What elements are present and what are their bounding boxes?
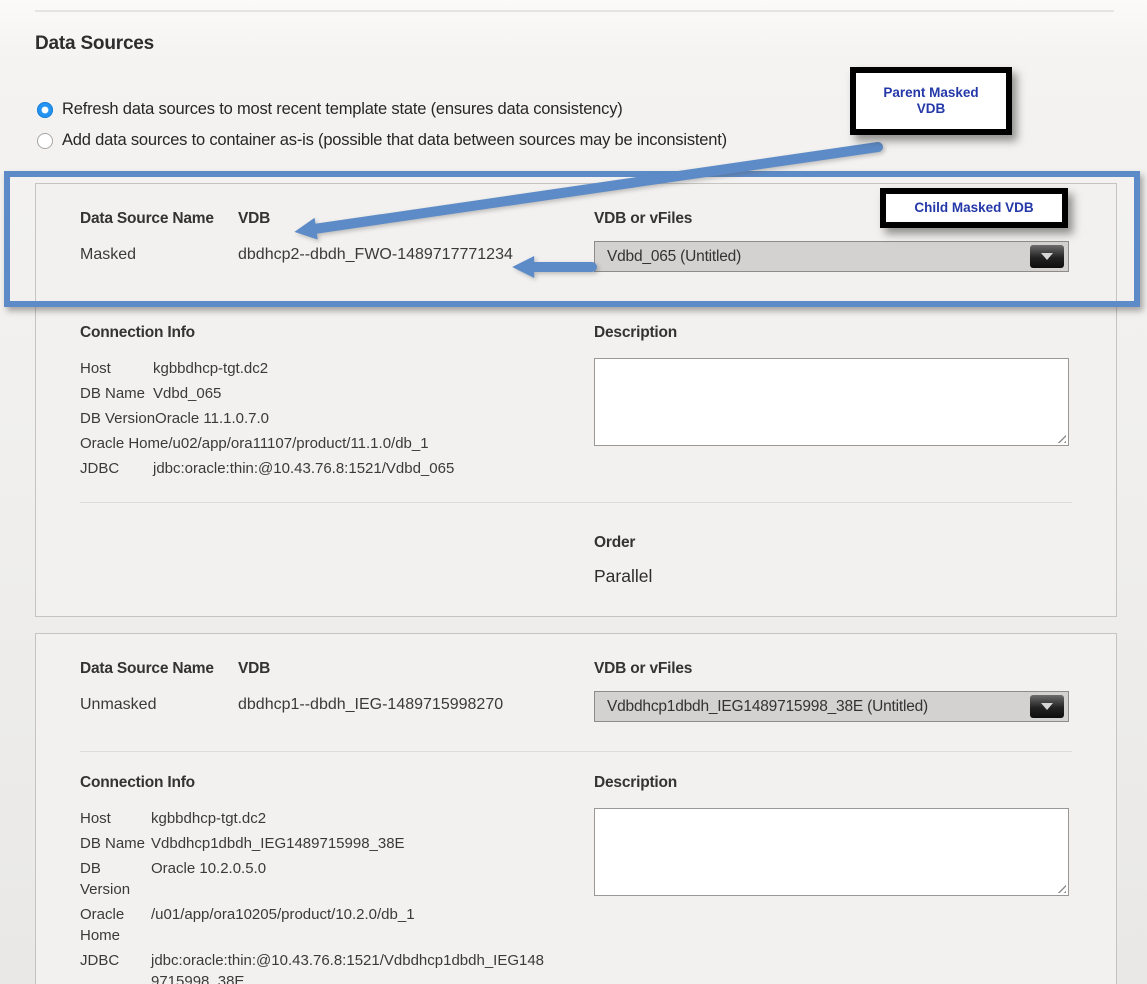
conn-value: Oracle 10.2.0.5.0 bbox=[151, 858, 266, 900]
conn-row-db-name: DB Name Vdbdhcp1dbdh_IEG1489715998_38E bbox=[80, 833, 555, 854]
conn-value: /u02/app/ora11107/product/11.1.0/db_1 bbox=[168, 433, 428, 454]
connection-info-block: Connection Info Host kgbbdhcp-tgt.dc2 DB… bbox=[80, 774, 555, 984]
description-label: Description bbox=[594, 774, 1069, 792]
data-source-name-header: Data Source Name bbox=[80, 660, 214, 678]
conn-value: /u01/app/ora10205/product/10.2.0/db_1 bbox=[151, 904, 415, 946]
order-label: Order bbox=[594, 534, 652, 552]
description-block: Description bbox=[594, 774, 1069, 896]
conn-label: Host bbox=[80, 358, 153, 379]
conn-label: Oracle Home bbox=[80, 904, 151, 946]
conn-label: DB Version bbox=[80, 858, 151, 900]
vdb-header: VDB bbox=[238, 660, 270, 678]
chevron-down-icon bbox=[1041, 253, 1053, 260]
conn-value: Vdbdhcp1dbdh_IEG1489715998_38E bbox=[151, 833, 405, 854]
callout-text: Parent Masked bbox=[883, 85, 978, 100]
connection-info-title: Connection Info bbox=[80, 324, 555, 342]
conn-row-host: Host kgbbdhcp-tgt.dc2 bbox=[80, 358, 555, 379]
data-sources-page: Data Sources Refresh data sources to mos… bbox=[0, 0, 1147, 984]
conn-label: JDBC bbox=[80, 950, 151, 984]
vdb-select-value: Vdbdhcp1dbdh_IEG1489715998_38E (Untitled… bbox=[607, 698, 928, 716]
order-block: Order Parallel bbox=[594, 534, 652, 587]
conn-row-jdbc: JDBC jdbc:oracle:thin:@10.43.76.8:1521/V… bbox=[80, 458, 555, 479]
vdb-select[interactable]: Vdbdhcp1dbdh_IEG1489715998_38E (Untitled… bbox=[594, 691, 1069, 722]
radio-unselected-icon[interactable] bbox=[37, 133, 53, 149]
radio-add-asis-option[interactable]: Add data sources to container as-is (pos… bbox=[37, 125, 727, 156]
conn-row-db-version: DB Version Oracle 10.2.0.5.0 bbox=[80, 858, 555, 900]
conn-label: DB Name bbox=[80, 383, 153, 404]
conn-label: DB Name bbox=[80, 833, 151, 854]
conn-row-db-name: DB Name Vdbd_065 bbox=[80, 383, 555, 404]
dropdown-arrow-button[interactable] bbox=[1030, 245, 1064, 268]
top-divider bbox=[35, 10, 1114, 12]
conn-value: kgbbdhcp-tgt.dc2 bbox=[151, 808, 266, 829]
conn-row-oracle-home: Oracle Home /u02/app/ora11107/product/11… bbox=[80, 433, 555, 454]
conn-label: Host bbox=[80, 808, 151, 829]
conn-row-host: Host kgbbdhcp-tgt.dc2 bbox=[80, 808, 555, 829]
vdb-or-vfiles-header: VDB or vFiles bbox=[594, 660, 692, 678]
conn-row-db-version: DB Version Oracle 11.1.0.7.0 bbox=[80, 408, 555, 429]
connection-info-title: Connection Info bbox=[80, 774, 555, 792]
row-divider bbox=[80, 301, 1072, 302]
vdb-or-vfiles-header: VDB or vFiles bbox=[594, 210, 692, 228]
data-source-name-header: Data Source Name bbox=[80, 210, 214, 228]
page-title: Data Sources bbox=[35, 33, 154, 55]
vdb-select-value: Vdbd_065 (Untitled) bbox=[607, 248, 741, 266]
parent-masked-vdb-callout: Parent Masked VDB bbox=[850, 67, 1012, 135]
radio-refresh-label: Refresh data sources to most recent temp… bbox=[62, 100, 623, 119]
vdb-value: dbdhcp1--dbdh_IEG-1489715998270 bbox=[238, 696, 503, 714]
conn-label: DB Version bbox=[80, 408, 155, 429]
conn-value: Oracle 11.1.0.7.0 bbox=[155, 408, 269, 429]
unmasked-data-source-panel: Data Source Name VDB VDB or vFiles Unmas… bbox=[35, 633, 1117, 984]
conn-value: jdbc:oracle:thin:@10.43.76.8:1521/Vdbdhc… bbox=[151, 950, 551, 984]
chevron-down-icon bbox=[1041, 703, 1053, 710]
radio-add-asis-label: Add data sources to container as-is (pos… bbox=[62, 131, 727, 150]
refresh-options-group: Refresh data sources to most recent temp… bbox=[37, 94, 727, 156]
dropdown-arrow-button[interactable] bbox=[1030, 695, 1064, 718]
conn-value: Vdbd_065 bbox=[153, 383, 221, 404]
data-source-name-value: Masked bbox=[80, 246, 136, 264]
radio-refresh-option[interactable]: Refresh data sources to most recent temp… bbox=[37, 94, 727, 125]
radio-selected-icon[interactable] bbox=[37, 102, 53, 118]
conn-value: jdbc:oracle:thin:@10.43.76.8:1521/Vdbd_0… bbox=[153, 458, 454, 479]
row-divider bbox=[80, 751, 1072, 752]
conn-row-jdbc: JDBC jdbc:oracle:thin:@10.43.76.8:1521/V… bbox=[80, 950, 555, 984]
conn-label: JDBC bbox=[80, 458, 153, 479]
description-block: Description bbox=[594, 324, 1069, 446]
child-masked-vdb-callout: Child Masked VDB bbox=[880, 188, 1068, 228]
callout-text: VDB bbox=[917, 101, 946, 116]
masked-data-source-panel: Data Source Name VDB VDB or vFiles Maske… bbox=[35, 183, 1117, 617]
description-textarea[interactable] bbox=[594, 808, 1069, 896]
description-label: Description bbox=[594, 324, 1069, 342]
connection-info-block: Connection Info Host kgbbdhcp-tgt.dc2 DB… bbox=[80, 324, 555, 483]
row-divider bbox=[80, 502, 1072, 503]
data-source-name-value: Unmasked bbox=[80, 696, 156, 714]
vdb-value: dbdhcp2--dbdh_FWO-1489717771234 bbox=[238, 246, 513, 264]
conn-row-oracle-home: Oracle Home /u01/app/ora10205/product/10… bbox=[80, 904, 555, 946]
description-textarea[interactable] bbox=[594, 358, 1069, 446]
conn-label: Oracle Home bbox=[80, 433, 168, 454]
conn-value: kgbbdhcp-tgt.dc2 bbox=[153, 358, 268, 379]
vdb-select[interactable]: Vdbd_065 (Untitled) bbox=[594, 241, 1069, 272]
callout-text: Child Masked VDB bbox=[914, 200, 1033, 216]
vdb-header: VDB bbox=[238, 210, 270, 228]
order-value: Parallel bbox=[594, 566, 652, 587]
